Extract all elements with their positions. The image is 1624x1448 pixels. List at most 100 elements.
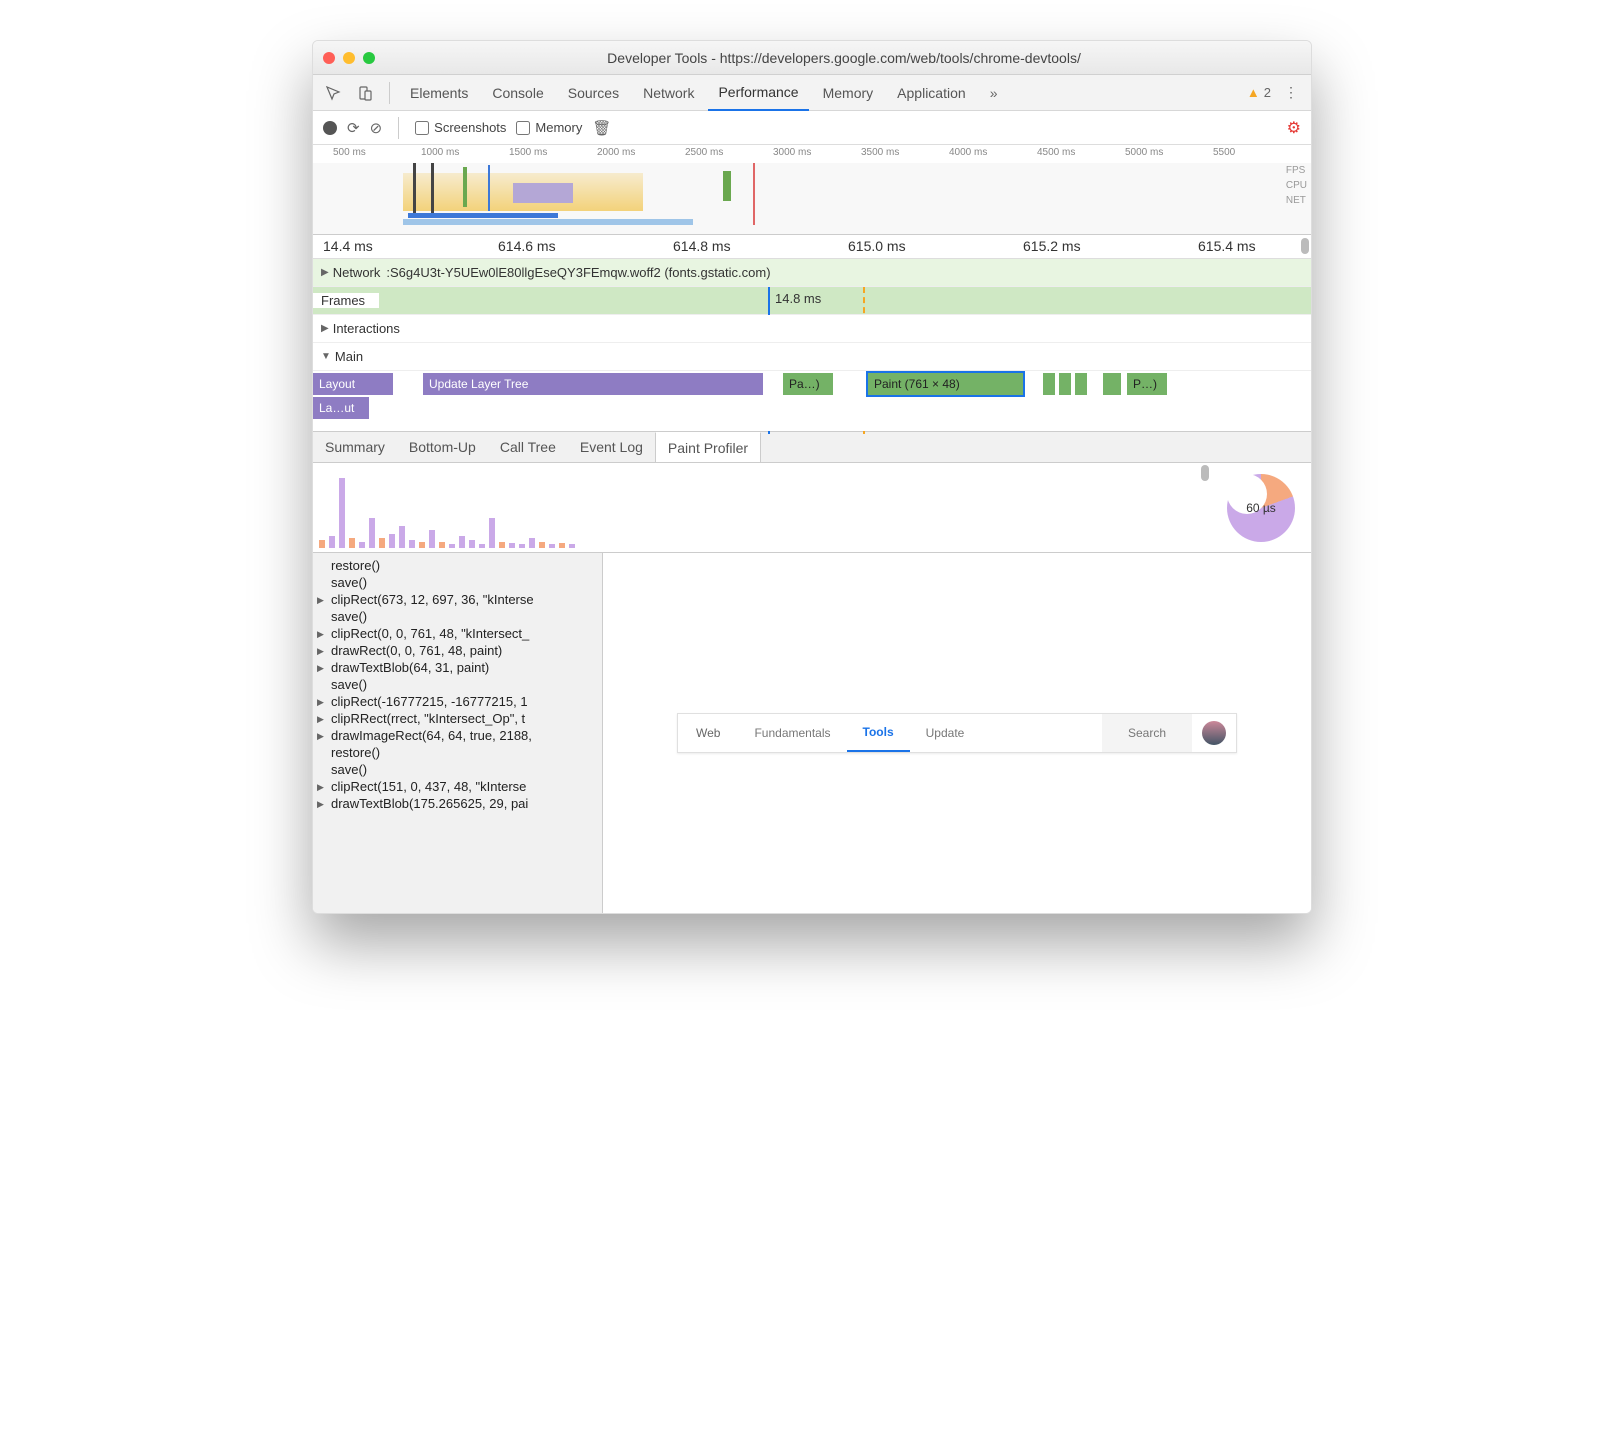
profiler-bar[interactable] — [419, 542, 425, 548]
draw-command[interactable]: ▶clipRect(151, 0, 437, 48, "kInterse — [313, 778, 602, 795]
profiler-bar[interactable] — [339, 478, 345, 548]
profiler-bar[interactable] — [359, 542, 365, 548]
warnings-indicator[interactable]: ▲ 2 — [1247, 85, 1271, 100]
close-icon[interactable] — [323, 52, 335, 64]
expand-icon[interactable]: ▶ — [317, 799, 324, 810]
minimize-icon[interactable] — [343, 52, 355, 64]
draw-command[interactable]: ▶drawTextBlob(175.265625, 29, pai — [313, 795, 602, 812]
event-paint[interactable] — [1075, 373, 1087, 395]
expand-icon[interactable]: ▶ — [317, 663, 324, 674]
expand-icon[interactable]: ▶ — [321, 267, 329, 278]
expand-icon[interactable]: ▶ — [317, 714, 324, 725]
profiler-bar[interactable] — [379, 538, 385, 548]
scrollbar-thumb[interactable] — [1301, 238, 1309, 254]
overview-panel[interactable]: 500 ms1000 ms1500 ms2000 ms2500 ms3000 m… — [313, 145, 1311, 235]
memory-checkbox[interactable]: Memory — [516, 120, 582, 135]
profiler-bar[interactable] — [529, 538, 535, 548]
expand-icon[interactable]: ▶ — [317, 595, 324, 606]
tab-console[interactable]: Console — [482, 75, 553, 111]
event-paint[interactable]: P…) — [1127, 373, 1167, 395]
profiler-bar[interactable] — [479, 544, 485, 548]
draw-command[interactable]: save() — [313, 574, 602, 591]
profiler-bar[interactable] — [509, 543, 515, 548]
profiler-bar[interactable] — [409, 540, 415, 548]
reload-icon[interactable]: ⟳ — [347, 119, 360, 137]
tab-elements[interactable]: Elements — [400, 75, 478, 111]
profiler-bar[interactable] — [549, 544, 555, 548]
kebab-menu-icon[interactable]: ⋮ — [1277, 79, 1305, 107]
detail-tab-summary[interactable]: Summary — [313, 432, 397, 462]
profiler-bar[interactable] — [439, 542, 445, 548]
tab-memory[interactable]: Memory — [813, 75, 884, 111]
draw-command[interactable]: ▶clipRRect(rrect, "kIntersect_Op", t — [313, 710, 602, 727]
nav-item[interactable]: Fundamentals — [738, 726, 846, 740]
event-paint[interactable]: Pa…) — [783, 373, 833, 395]
device-toggle-icon[interactable] — [351, 79, 379, 107]
screenshots-checkbox[interactable]: Screenshots — [415, 120, 506, 135]
detail-tab-event-log[interactable]: Event Log — [568, 432, 655, 462]
expand-icon[interactable]: ▶ — [317, 782, 324, 793]
tab-sources[interactable]: Sources — [558, 75, 629, 111]
tab-performance[interactable]: Performance — [708, 75, 808, 111]
profiler-bar[interactable] — [569, 544, 575, 548]
settings-icon[interactable]: ⚙ — [1287, 118, 1301, 138]
event-update-layer-tree[interactable]: Update Layer Tree — [423, 373, 763, 395]
draw-command[interactable]: ▶drawRect(0, 0, 761, 48, paint) — [313, 642, 602, 659]
draw-command[interactable]: restore() — [313, 744, 602, 761]
profiler-bar[interactable] — [319, 540, 325, 548]
inspect-icon[interactable] — [319, 79, 347, 107]
frames-track[interactable]: Frames 14.8 ms — [313, 287, 1311, 315]
tab-network[interactable]: Network — [633, 75, 704, 111]
draw-command[interactable]: ▶clipRect(0, 0, 761, 48, "kIntersect_ — [313, 625, 602, 642]
flame-chart[interactable]: Layout La…ut Update Layer Tree Pa…) Pain… — [313, 371, 1311, 431]
interactions-track[interactable]: ▶Interactions — [313, 315, 1311, 343]
record-button[interactable] — [323, 121, 337, 135]
expand-icon[interactable]: ▶ — [317, 697, 324, 708]
event-paint[interactable] — [1043, 373, 1055, 395]
nav-item-active[interactable]: Tools — [847, 714, 910, 752]
more-tabs-icon[interactable]: » — [980, 79, 1008, 107]
event-layout[interactable]: La…ut — [313, 397, 369, 419]
profiler-bar[interactable] — [499, 542, 505, 548]
profiler-bars[interactable] — [313, 463, 1211, 552]
expand-icon[interactable]: ▶ — [317, 646, 324, 657]
profiler-bar[interactable] — [519, 544, 525, 548]
draw-command[interactable]: ▶drawTextBlob(64, 31, paint) — [313, 659, 602, 676]
event-paint[interactable] — [1059, 373, 1071, 395]
profiler-bar[interactable] — [469, 540, 475, 548]
event-paint-selected[interactable]: Paint (761 × 48) — [868, 373, 1023, 395]
profiler-bar[interactable] — [429, 530, 435, 548]
draw-command[interactable]: save() — [313, 608, 602, 625]
profiler-bar[interactable] — [349, 538, 355, 548]
event-paint[interactable] — [1103, 373, 1121, 395]
nav-search[interactable]: Search — [1102, 714, 1192, 752]
tab-application[interactable]: Application — [887, 75, 976, 111]
draw-command[interactable]: save() — [313, 761, 602, 778]
profiler-bar[interactable] — [369, 518, 375, 548]
draw-command[interactable]: ▶clipRect(-16777215, -16777215, 1 — [313, 693, 602, 710]
nav-item[interactable]: Update — [910, 726, 981, 740]
profiler-bar[interactable] — [539, 542, 545, 548]
maximize-icon[interactable] — [363, 52, 375, 64]
collapse-icon[interactable]: ▼ — [321, 351, 331, 362]
profiler-bar[interactable] — [459, 536, 465, 548]
expand-icon[interactable]: ▶ — [317, 731, 324, 742]
profiler-bar[interactable] — [329, 536, 335, 548]
detail-tab-bottom-up[interactable]: Bottom-Up — [397, 432, 488, 462]
detail-tab-paint-profiler[interactable]: Paint Profiler — [655, 432, 761, 462]
profiler-bar[interactable] — [559, 543, 565, 548]
profiler-bar[interactable] — [389, 534, 395, 548]
draw-command[interactable]: restore() — [313, 557, 602, 574]
main-track[interactable]: ▼Main — [313, 343, 1311, 371]
draw-command[interactable]: ▶clipRect(673, 12, 697, 36, "kInterse — [313, 591, 602, 608]
clear-icon[interactable]: ⊘ — [370, 119, 383, 137]
profiler-bar[interactable] — [489, 518, 495, 548]
network-track[interactable]: ▶Network:S6g4U3t-Y5UEw0lE80llgEseQY3FEmq… — [313, 259, 1311, 287]
detail-tab-call-tree[interactable]: Call Tree — [488, 432, 568, 462]
draw-command[interactable]: save() — [313, 676, 602, 693]
draw-command[interactable]: ▶drawImageRect(64, 64, true, 2188, — [313, 727, 602, 744]
trash-icon[interactable]: 🗑 — [592, 119, 611, 137]
profiler-bar[interactable] — [449, 544, 455, 548]
timeline-ruler[interactable]: 14.4 ms614.6 ms614.8 ms615.0 ms615.2 ms6… — [313, 235, 1311, 259]
expand-icon[interactable]: ▶ — [317, 629, 324, 640]
